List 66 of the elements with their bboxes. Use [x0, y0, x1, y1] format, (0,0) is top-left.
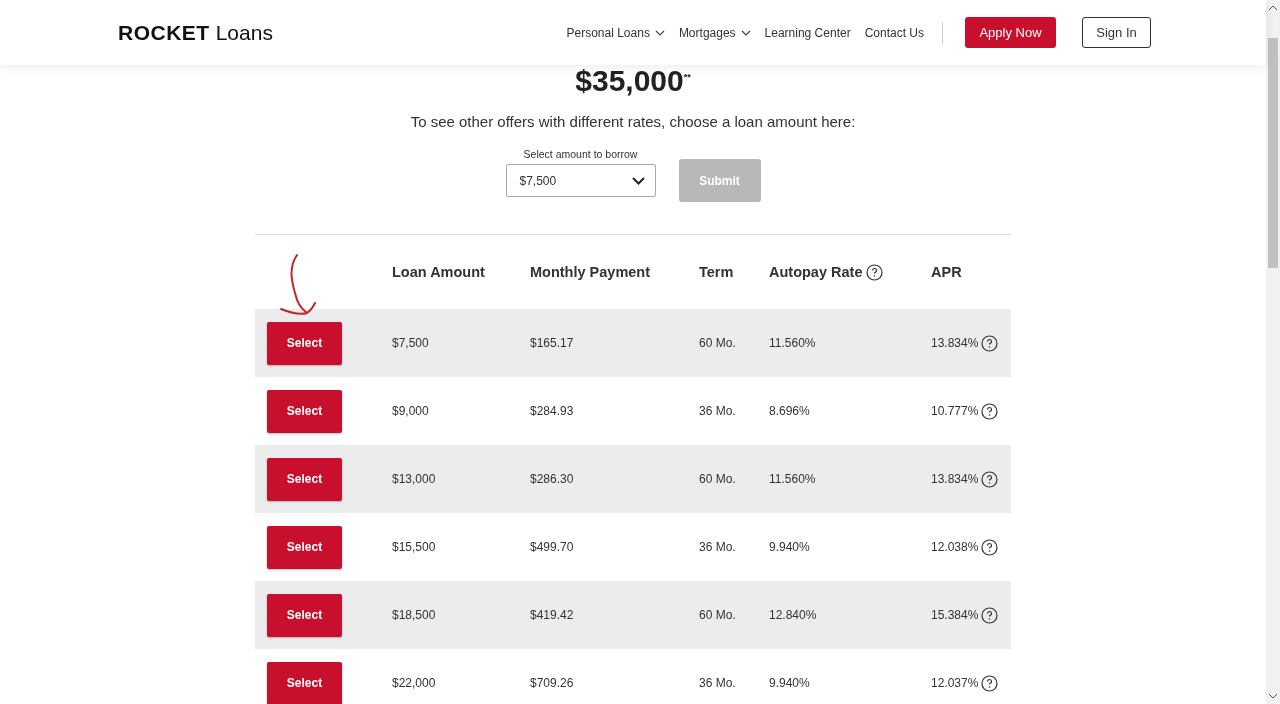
logo-brand[interactable]: ROCKET — [118, 20, 210, 45]
table-cell-text: 60 Mo. — [699, 608, 737, 622]
table-cell-text: 36 Mo. — [699, 676, 737, 690]
table-cell-text: $9,000 — [392, 404, 430, 418]
select-button[interactable]: Select — [267, 457, 342, 501]
table-cell-text: 9.940% — [769, 676, 811, 690]
scrollbar-thumb[interactable] — [1268, 38, 1278, 268]
select-button[interactable]: Select — [267, 389, 342, 433]
table-cell-text: $419.42 — [530, 608, 575, 622]
table-cell-text: $15,500 — [392, 540, 437, 554]
column-header: Loan Amount — [392, 264, 486, 280]
help-icon[interactable] — [981, 674, 999, 692]
help-icon[interactable] — [981, 606, 999, 624]
help-icon[interactable] — [981, 470, 999, 488]
select-button[interactable]: Select — [267, 321, 342, 365]
instruction-text: To see other offers with different rates, choose a loan amount here: — [410, 113, 856, 130]
table-cell: 10.777% — [931, 404, 979, 418]
nav-link[interactable]: Personal Loans — [566, 25, 665, 40]
table-cell: 12.038% — [931, 540, 979, 554]
table-cell-text: $7,500 — [392, 336, 430, 350]
table-cell: 13.834% — [931, 472, 979, 486]
table-cell: 12.037% — [931, 676, 979, 690]
nav-link[interactable]: Learning Center — [764, 25, 851, 40]
table-cell-text: 8.696% — [769, 404, 811, 418]
table-cell-text: 60 Mo. — [699, 336, 737, 350]
table-cell-text: $499.70 — [530, 540, 575, 554]
table-cell-text: 12.840% — [769, 608, 818, 622]
table-cell-text: $13,000 — [392, 472, 437, 486]
scroll-down-icon[interactable] — [1269, 693, 1277, 699]
table-cell-text: 11.560% — [769, 472, 817, 486]
column-header: Term — [699, 264, 735, 280]
table-cell-text: 11.560% — [769, 336, 817, 350]
select-label: Select amount to borrow — [522, 148, 639, 160]
table-cell-text: 36 Mo. — [699, 404, 737, 418]
table-cell-text: $22,000 — [392, 676, 437, 690]
column-header: Monthly Payment — [530, 264, 652, 280]
chevron-down-icon — [740, 29, 751, 36]
offer-amount: $35,000$^{**}$ — [575, 63, 691, 99]
column-header: Autopay Rate — [769, 264, 863, 280]
select-button[interactable]: Select — [267, 661, 342, 704]
help-icon[interactable] — [866, 263, 884, 281]
amount-select[interactable]: $7,500 — [505, 164, 656, 197]
select-button[interactable]: Select — [267, 525, 342, 569]
chevron-down-icon — [631, 176, 645, 185]
table-cell-text: 60 Mo. — [699, 472, 737, 486]
sign-in-button[interactable]: Sign In — [1082, 17, 1151, 48]
column-header: APR — [931, 264, 963, 280]
help-icon[interactable] — [981, 334, 999, 352]
table-cell-text: 36 Mo. — [699, 540, 737, 554]
scroll-up-icon[interactable] — [1269, 5, 1277, 11]
table-cell: 15.384% — [931, 608, 979, 622]
help-icon[interactable] — [981, 538, 999, 556]
apply-now-button[interactable]: Apply Now — [965, 17, 1056, 48]
table-cell: 13.834% — [931, 336, 979, 350]
table-cell-text: $18,500 — [392, 608, 437, 622]
nav-link[interactable]: Mortgages — [678, 25, 751, 40]
table-cell-text: 9.940% — [769, 540, 811, 554]
help-icon[interactable] — [981, 402, 999, 420]
chevron-down-icon — [654, 29, 665, 36]
select-button[interactable]: Select — [267, 593, 342, 637]
table-cell-text: $709.26 — [530, 676, 575, 690]
table-cell-text: $286.30 — [530, 472, 575, 486]
nav-link[interactable]: Contact Us — [864, 25, 924, 40]
table-cell-text: $165.17 — [530, 336, 575, 350]
logo-product[interactable]: Loans — [215, 20, 273, 45]
table-cell-text: $284.93 — [530, 404, 575, 418]
